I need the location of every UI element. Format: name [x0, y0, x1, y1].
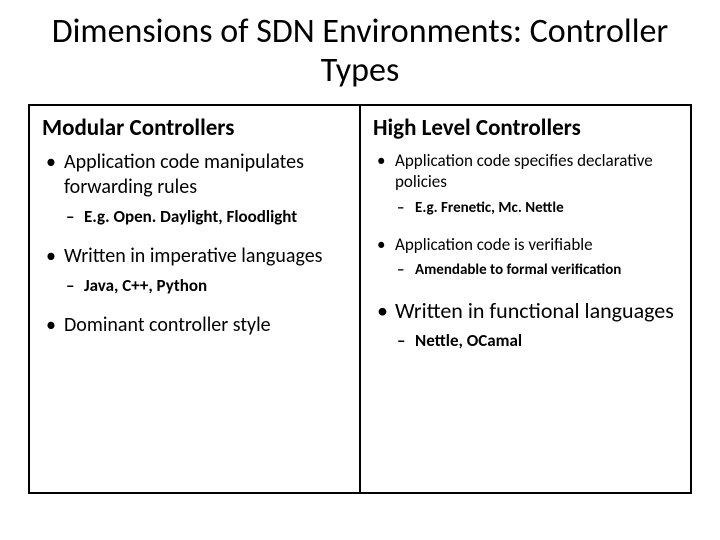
slide-title: Dimensions of SDN Environments: Controll… — [28, 12, 692, 90]
bullet-text: Application code manipulates forwarding … — [64, 150, 304, 199]
left-bullet-1: Application code manipulates forwarding … — [42, 150, 347, 228]
right-sub-2: Amendable to formal verification — [395, 261, 678, 281]
right-sub-1: E.g. Frenetic, Mc. Nettle — [395, 199, 678, 219]
bullet-text: Written in functional languages — [395, 297, 674, 324]
left-sub-2: Java, C++, Python — [64, 275, 347, 297]
right-bullet-1: Application code specifies declarative p… — [373, 150, 678, 218]
left-column: Modular Controllers Application code man… — [30, 106, 359, 492]
right-bullet-2: Application code is verifiable Amendable… — [373, 234, 678, 281]
left-bullet-3: Dominant controller style — [42, 313, 347, 338]
left-bullet-2: Written in imperative languages Java, C+… — [42, 244, 347, 297]
right-column: High Level Controllers Application code … — [359, 106, 690, 492]
bullet-text: Application code specifies declarative p… — [395, 150, 653, 192]
bullet-text: Dominant controller style — [64, 313, 271, 337]
left-heading: Modular Controllers — [42, 114, 347, 142]
bullet-text: Written in imperative languages — [64, 244, 322, 268]
right-heading: High Level Controllers — [373, 114, 678, 142]
right-sub-3: Nettle, OCamal — [395, 330, 678, 352]
left-sub-1: E.g. Open. Daylight, Floodlight — [64, 206, 347, 228]
bullet-text: Application code is verifiable — [395, 234, 593, 255]
right-bullet-3: Written in functional languages Nettle, … — [373, 297, 678, 353]
comparison-table: Modular Controllers Application code man… — [28, 104, 692, 494]
